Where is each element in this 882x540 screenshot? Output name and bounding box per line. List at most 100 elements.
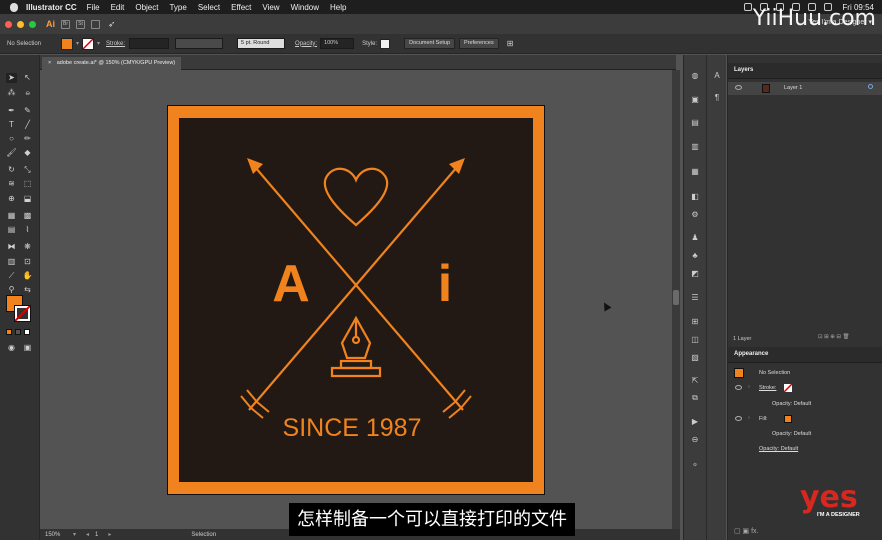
- selection-tool-icon[interactable]: ➤: [6, 73, 17, 83]
- gradient-panel-icon[interactable]: ⚙: [688, 210, 702, 220]
- graph-tool-icon[interactable]: ▥: [6, 257, 17, 267]
- color-guide-icon[interactable]: ◍: [688, 71, 702, 81]
- app-name-menu[interactable]: Illustrator CC: [26, 3, 77, 12]
- layer-row[interactable]: Layer 1: [728, 82, 882, 95]
- ellipse-tool-icon[interactable]: ○: [6, 134, 17, 144]
- menu-edit[interactable]: Edit: [111, 3, 125, 12]
- minimize-window-button[interactable]: [17, 20, 24, 28]
- blend-tool-icon[interactable]: ⧓: [6, 242, 17, 252]
- hand-tool-icon[interactable]: ✋: [22, 271, 33, 281]
- close-window-button[interactable]: [5, 20, 12, 28]
- brushes-icon[interactable]: ▤: [688, 118, 702, 128]
- menu-object[interactable]: Object: [135, 3, 158, 12]
- gradient-mode-button[interactable]: [15, 329, 21, 335]
- appearance-stroke-row[interactable]: › Stroke:: [728, 382, 882, 395]
- appearance-strip-icon[interactable]: ♣: [688, 251, 702, 261]
- zoom-tool-icon[interactable]: ⚲: [6, 285, 17, 295]
- menu-view[interactable]: View: [262, 3, 279, 12]
- vertical-scrollbar[interactable]: [672, 70, 680, 529]
- draw-mode-icon[interactable]: ◉: [6, 343, 17, 353]
- symbol-sprayer-tool-icon[interactable]: ❋: [22, 242, 33, 252]
- character-panel-icon[interactable]: A: [710, 71, 724, 81]
- arrange-icon[interactable]: ⊞: [507, 39, 514, 48]
- bridge-button[interactable]: Br: [61, 19, 70, 29]
- pencil-tool-icon[interactable]: ✏: [22, 134, 33, 144]
- appearance-fill-label[interactable]: Fill:: [759, 416, 768, 422]
- zoom-dropdown-icon[interactable]: ▾: [73, 531, 76, 538]
- stroke-expand-icon[interactable]: ›: [748, 384, 750, 390]
- appearance-fill-swatch[interactable]: [784, 415, 792, 423]
- artboard[interactable]: A i SINCE 1987: [167, 105, 545, 495]
- variable-width-profile[interactable]: [175, 38, 224, 49]
- image-trace-icon[interactable]: ◩: [688, 269, 702, 279]
- canvas-area[interactable]: A i SINCE 1987: [40, 70, 676, 529]
- gpu-performance-icon[interactable]: ➶: [108, 19, 116, 30]
- color-mode-button[interactable]: [6, 329, 12, 335]
- visibility-eye-icon[interactable]: [735, 85, 742, 90]
- graphic-styles-icon[interactable]: ▦: [688, 167, 702, 177]
- stroke-color-box[interactable]: [14, 305, 31, 322]
- align-icon[interactable]: ☰: [688, 293, 702, 303]
- stroke-panel-icon[interactable]: ◧: [688, 192, 702, 202]
- appearance-stroke-label[interactable]: Stroke:: [759, 385, 776, 391]
- appearance-fill-row[interactable]: › Fill:: [728, 413, 882, 426]
- direct-selection-tool-icon[interactable]: ↖: [22, 73, 33, 83]
- pathfinder-icon[interactable]: ◫: [688, 335, 702, 345]
- close-tab-icon[interactable]: ×: [48, 60, 51, 66]
- document-setup-button[interactable]: Document Setup: [404, 38, 456, 49]
- appearance-opacity-1[interactable]: Opacity: Default: [772, 401, 811, 407]
- appearance-opacity-row-3[interactable]: Opacity: Default: [728, 443, 882, 456]
- artboards-icon[interactable]: ▧: [688, 353, 702, 363]
- lasso-tool-icon[interactable]: ဓ: [22, 88, 33, 98]
- eraser-tool-icon[interactable]: ◆: [22, 148, 33, 158]
- shape-builder-tool-icon[interactable]: ⊕: [6, 194, 17, 204]
- mesh-tool-icon[interactable]: ▩: [22, 211, 33, 221]
- artboard-number[interactable]: 1: [95, 532, 98, 538]
- menu-effect[interactable]: Effect: [231, 3, 251, 12]
- arrange-documents-button[interactable]: [91, 19, 100, 29]
- stock-button[interactable]: St: [76, 19, 85, 29]
- appearance-panel-title[interactable]: Appearance: [734, 351, 768, 357]
- pen-tool-icon[interactable]: ✒: [6, 106, 17, 116]
- live-paint-tool-icon[interactable]: ⬓: [22, 194, 33, 204]
- fill-swatch[interactable]: [61, 37, 73, 50]
- next-artboard-icon[interactable]: ▸: [108, 531, 111, 538]
- appearance-stroke-swatch[interactable]: [784, 384, 792, 392]
- scale-tool-icon[interactable]: ⤡: [22, 165, 33, 175]
- screen-mode-icon[interactable]: ▣: [22, 343, 33, 353]
- stroke-swatch[interactable]: [82, 37, 95, 50]
- layers-panel-header[interactable]: Layers: [728, 63, 882, 79]
- navigator-icon[interactable]: ⊖: [688, 435, 702, 445]
- glyphs-icon[interactable]: ℴ: [688, 459, 702, 469]
- preferences-button[interactable]: Preferences: [459, 38, 499, 49]
- appearance-panel-header[interactable]: Appearance: [728, 347, 882, 363]
- appearance-opacity-2[interactable]: Opacity: Default: [772, 431, 811, 437]
- stroke-weight-field[interactable]: [129, 38, 170, 49]
- brush-definition[interactable]: 5 pt. Round: [237, 38, 286, 49]
- transparency-icon[interactable]: ♟: [688, 233, 702, 243]
- paragraph-panel-icon[interactable]: ¶: [710, 93, 724, 103]
- actions-icon[interactable]: ▶: [688, 417, 702, 427]
- scroll-thumb[interactable]: [673, 290, 679, 305]
- fill-dropdown-icon[interactable]: ▾: [76, 40, 79, 47]
- swap-colors-icon[interactable]: ⇆: [22, 285, 33, 295]
- stroke-dropdown-icon[interactable]: ▾: [97, 40, 100, 47]
- rotate-tool-icon[interactable]: ↻: [6, 165, 17, 175]
- zoom-window-button[interactable]: [29, 20, 36, 28]
- appearance-opacity-row-1[interactable]: Opacity: Default: [728, 398, 882, 411]
- slice-tool-icon[interactable]: ⟋: [6, 271, 17, 281]
- links-icon[interactable]: ⇱: [688, 376, 702, 386]
- menu-select[interactable]: Select: [198, 3, 220, 12]
- opacity-field[interactable]: 100%: [320, 38, 355, 49]
- swatches-icon[interactable]: ▣: [688, 95, 702, 105]
- prev-artboard-icon[interactable]: ◂: [86, 531, 89, 538]
- gradient-tool-icon[interactable]: ▤: [6, 225, 17, 235]
- free-transform-tool-icon[interactable]: ⬚: [22, 179, 33, 189]
- layer-name[interactable]: Layer 1: [784, 85, 802, 91]
- eyedropper-tool-icon[interactable]: ⌇: [22, 225, 33, 235]
- fill-expand-icon[interactable]: ›: [748, 415, 750, 421]
- fill-visibility-icon[interactable]: [735, 416, 742, 421]
- layers-panel-title[interactable]: Layers: [734, 67, 753, 73]
- perspective-grid-tool-icon[interactable]: ▦: [6, 211, 17, 221]
- menu-help[interactable]: Help: [330, 3, 346, 12]
